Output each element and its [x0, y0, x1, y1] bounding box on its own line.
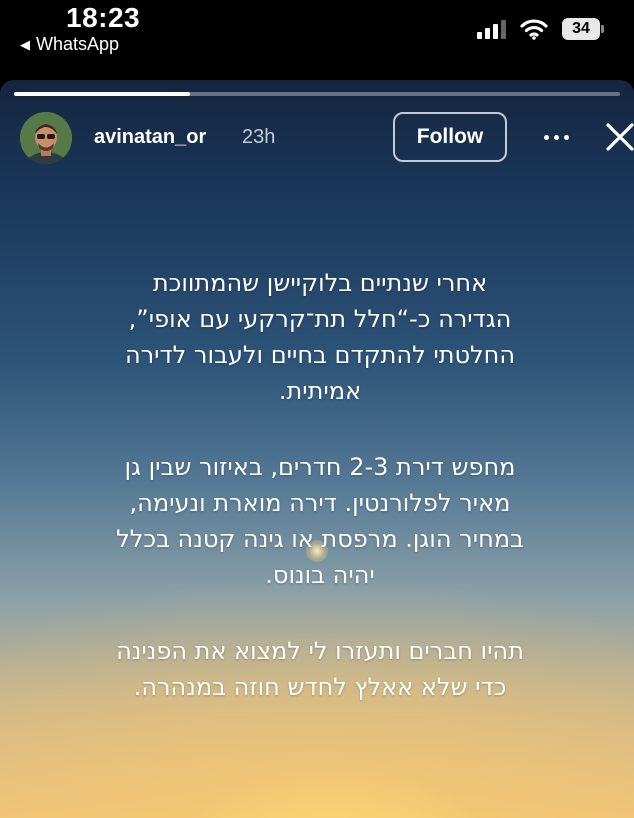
- battery-level: 34: [572, 20, 590, 37]
- story-paragraph: תהיו חברים ותעזרו לי למצוא את הפנינה כדי …: [100, 633, 540, 705]
- story-paragraph: אחרי שנתיים בלוקיישן שהמתווכת הגדירה כ-“ח…: [100, 265, 540, 409]
- story-text: אחרי שנתיים בלוקיישן שהמתווכת הגדירה כ-“ח…: [100, 265, 540, 745]
- story-text-line: מאיר לפלורנטין. דירה מוארת ונעימה,: [129, 489, 511, 517]
- story-username[interactable]: avinatan_or: [94, 126, 206, 149]
- signal-icon: [477, 19, 506, 39]
- story-text-line: כדי שלא אאלץ לחדש חוזה במנהרה.: [133, 673, 507, 701]
- story-text-line: החלטתי להתקדם בחיים ולעבור לדירה: [124, 341, 516, 369]
- story-time-ago: 23h: [242, 126, 276, 148]
- follow-button[interactable]: Follow: [393, 112, 507, 162]
- story-header: avinatan_or 23h Follow: [20, 110, 634, 166]
- story-text-line: מחפש דירת 2-3 חדרים, באיזור שבין גן: [124, 453, 516, 481]
- back-arrow-icon: ◀: [20, 36, 30, 52]
- back-app-label: WhatsApp: [36, 34, 120, 54]
- status-icons: 34: [477, 18, 604, 40]
- story-text-line: אחרי שנתיים בלוקיישן שהמתווכת: [152, 269, 488, 297]
- story-text-line: יהיה בונוס.: [265, 561, 375, 589]
- avatar-photo: [20, 112, 72, 164]
- close-icon[interactable]: [603, 120, 634, 154]
- back-to-app-link[interactable]: ◀ WhatsApp: [20, 34, 119, 55]
- status-bar: 18:23 ◀ WhatsApp 34: [0, 0, 634, 80]
- story-text-line: הגדירה כ-“חלל תת־קרקעי עם אופי”,: [128, 305, 512, 333]
- story-paragraph: מחפש דירת 2-3 חדרים, באיזור שבין גן מאיר …: [100, 449, 540, 593]
- story-text-line: אמיתית.: [278, 377, 362, 405]
- story-progress-bar: [14, 92, 620, 96]
- story-viewer[interactable]: avinatan_or 23h Follow אחרי שנתיים בלוקי…: [0, 80, 634, 818]
- wifi-icon: [520, 19, 548, 40]
- status-time: 18:23: [66, 2, 141, 33]
- avatar[interactable]: [20, 112, 72, 164]
- story-text-line: תהיו חברים ותעזרו לי למצוא את הפנינה: [116, 637, 524, 665]
- battery-icon: 34: [562, 18, 604, 40]
- more-options-icon[interactable]: [538, 120, 574, 154]
- story-text-line: במחיר הוגן. מרפסת או גינה קטנה בכלל: [116, 525, 524, 553]
- story-progress-fill: [14, 92, 190, 96]
